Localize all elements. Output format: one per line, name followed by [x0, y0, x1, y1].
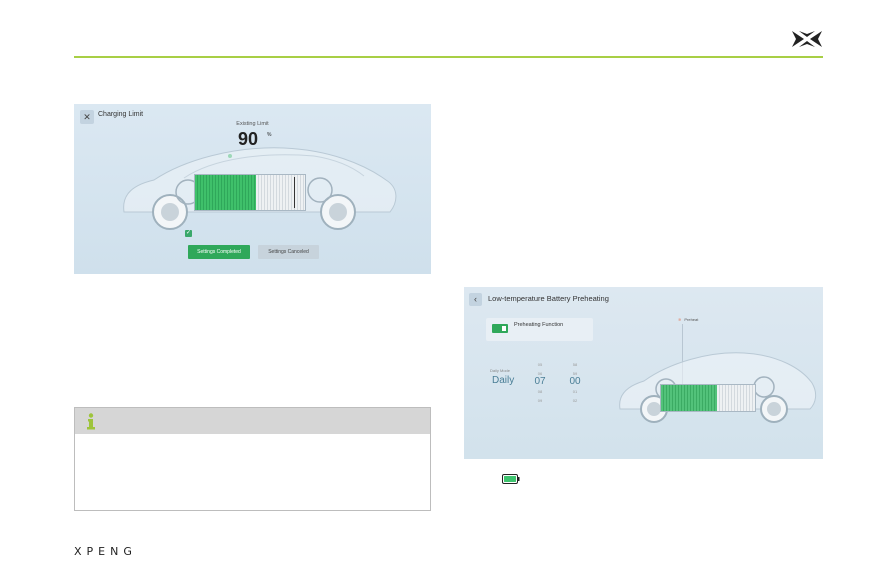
checkbox[interactable]: ✓ [185, 230, 192, 237]
xpeng-wordmark: XPENG [74, 545, 137, 558]
selected-minute[interactable]: 00 [565, 376, 585, 387]
function-label: Preheating Function [514, 322, 564, 328]
battery-fill [195, 175, 256, 210]
selected-hour[interactable]: 07 [530, 376, 550, 387]
battery-empty [255, 175, 305, 210]
screen-title: Low-temperature Battery Preheating [488, 294, 609, 303]
preheating-toggle[interactable] [492, 324, 508, 333]
picker-option[interactable]: 58 [565, 360, 585, 369]
picker-option[interactable]: 01 [565, 387, 585, 396]
chevron-left-icon[interactable]: ‹ [469, 293, 482, 306]
battery-pack [194, 174, 306, 211]
limit-caption: Existing Limit [236, 121, 269, 127]
xpeng-x-logo-icon [792, 31, 822, 47]
picker-option[interactable]: 09 [530, 396, 550, 405]
settings-canceled-button[interactable]: Settings Canceled [258, 245, 319, 259]
info-note-header [75, 408, 430, 434]
header-divider [74, 56, 823, 58]
info-icon [87, 413, 95, 430]
battery-empty [717, 385, 755, 411]
preheat-tag: Preheat [678, 317, 698, 322]
cycle-value[interactable]: Daily [492, 375, 514, 386]
charging-limit-screenshot: ✕ Charging Limit Existing Limit 90 % ✓ S… [74, 104, 431, 274]
battery-preheating-screenshot: ‹ Low-temperature Battery Preheating Pre… [464, 287, 823, 459]
picker-option[interactable]: 08 [530, 387, 550, 396]
picker-option[interactable]: 05 [530, 360, 550, 369]
battery-fill [661, 385, 718, 411]
settings-completed-button[interactable]: Settings Completed [188, 245, 250, 259]
battery-charging-icon [502, 474, 520, 484]
screen-title: Charging Limit [98, 111, 144, 118]
limit-unit: % [267, 132, 272, 138]
limit-slider-handle[interactable] [294, 177, 295, 208]
info-note-box [74, 407, 431, 511]
picker-option[interactable]: 02 [565, 396, 585, 405]
battery-pack [660, 384, 756, 412]
cycle-caption: Daily Mode [490, 368, 511, 373]
